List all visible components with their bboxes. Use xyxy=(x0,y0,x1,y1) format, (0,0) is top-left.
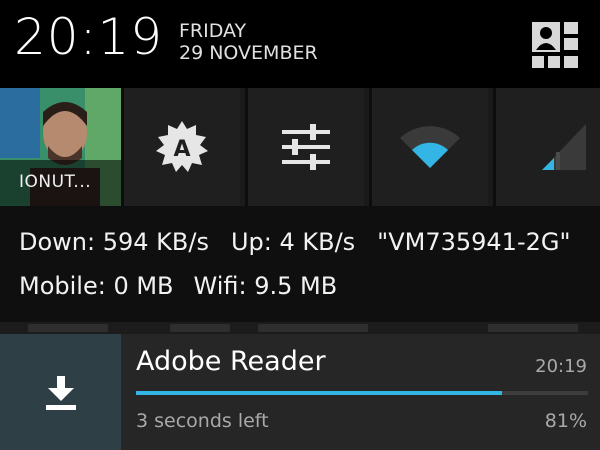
day-label: FRIDAY xyxy=(179,20,247,42)
wifi-tile[interactable] xyxy=(369,88,488,206)
download-progress-bar xyxy=(136,391,588,395)
download-speed: Down: 594 KB/s xyxy=(19,228,209,256)
wifi-icon xyxy=(400,126,460,168)
notification-time: 20:19 xyxy=(535,356,587,377)
quick-settings-row: IONUT... A xyxy=(0,88,600,206)
brightness-tile[interactable]: A xyxy=(121,88,240,206)
notification-title: Adobe Reader xyxy=(136,346,326,377)
download-progress-fill xyxy=(136,391,503,395)
network-stats: Down: 594 KB/s Up: 4 KB/s "VM735941-2G" Mo… xyxy=(0,206,600,328)
mobile-usage: Mobile: 0 MB xyxy=(19,272,174,300)
upload-speed: Up: 4 KB/s xyxy=(230,228,356,256)
download-notification[interactable]: Adobe Reader 20:19 3 seconds left 81% xyxy=(0,334,600,450)
time-remaining: 3 seconds left xyxy=(136,410,269,432)
wifi-usage: Wifi: 9.5 MB xyxy=(193,272,338,300)
status-header: 20:19 FRIDAY 29 NOVEMBER xyxy=(0,0,600,88)
notification-icon-area xyxy=(0,334,121,450)
profile-name: IONUT... xyxy=(0,160,121,206)
date-label: 29 NOVEMBER xyxy=(179,42,318,65)
cell-signal-icon xyxy=(542,124,586,170)
download-icon xyxy=(46,376,76,410)
svg-text:A: A xyxy=(173,137,190,162)
divider xyxy=(0,322,600,334)
download-percent: 81% xyxy=(544,410,587,432)
cellular-tile[interactable] xyxy=(493,88,600,206)
profile-tile[interactable]: IONUT... xyxy=(0,88,121,206)
clock: 20:19 xyxy=(14,8,164,66)
settings-tile[interactable] xyxy=(245,88,364,206)
settings-sliders-icon xyxy=(282,124,330,170)
wifi-ssid: "VM735941-2G" xyxy=(377,228,571,256)
user-grid-icon[interactable] xyxy=(528,20,582,70)
date-display: FRIDAY 29 NOVEMBER xyxy=(179,20,318,65)
auto-brightness-icon: A xyxy=(156,121,208,172)
